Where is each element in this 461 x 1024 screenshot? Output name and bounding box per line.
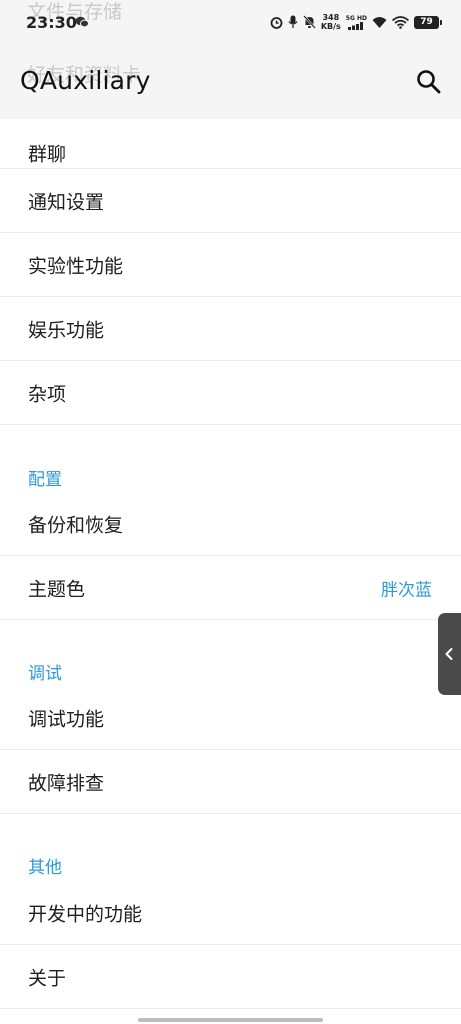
list-item-theme-color[interactable]: 主题色 胖次蓝	[0, 556, 461, 620]
signal-bars-icon	[348, 21, 364, 30]
list-item-about[interactable]: 关于	[0, 945, 461, 1009]
alarm-icon	[270, 16, 283, 29]
chevron-left-icon	[445, 648, 453, 660]
top-bar: 文件与存储 好友和资料卡 23:30 348 KB/s 5G HD 79 QAu…	[0, 0, 461, 119]
list-item-label: 杂项	[28, 383, 67, 405]
wifi-calling-icon	[372, 16, 387, 28]
status-icons: 348 KB/s 5G HD 79	[270, 13, 442, 31]
list-item-debug-features[interactable]: 调试功能	[0, 686, 461, 750]
list-item-entertainment[interactable]: 娱乐功能	[0, 297, 461, 361]
status-time: 23:30	[26, 13, 77, 32]
wechat-icon	[75, 16, 89, 28]
list-item-misc[interactable]: 杂项	[0, 361, 461, 425]
section-header-debug: 调试	[28, 664, 62, 684]
theme-color-value: 胖次蓝	[381, 580, 432, 600]
mute-bell-icon	[302, 15, 316, 29]
net-speed: 348 KB/s	[321, 13, 341, 31]
section-header-config: 配置	[28, 470, 62, 490]
list-item-label: 故障排查	[28, 772, 105, 794]
section-header-other: 其他	[28, 858, 62, 878]
list-item-troubleshoot[interactable]: 故障排查	[0, 750, 461, 814]
net-speed-value: 348	[322, 13, 340, 22]
app-bar: QAuxiliary	[0, 48, 461, 119]
list-item-label: 主题色	[28, 578, 86, 600]
wifi-icon	[392, 15, 409, 29]
search-icon[interactable]	[415, 68, 443, 96]
page-title: QAuxiliary	[20, 66, 151, 95]
list-item-label: 实验性功能	[28, 255, 124, 277]
battery-icon: 79	[414, 15, 442, 29]
list-item-label: 开发中的功能	[28, 903, 143, 925]
mic-icon	[288, 15, 298, 28]
status-bar: 23:30 348 KB/s 5G HD 79	[0, 0, 461, 48]
list-item-notifications[interactable]: 通知设置	[0, 169, 461, 233]
gesture-nav-bar[interactable]	[138, 1018, 323, 1022]
list-item-label: 群聊	[28, 143, 67, 165]
cellular-signal: 5G HD	[346, 15, 367, 30]
network-type: 5G HD	[345, 14, 367, 22]
list-item-label: 关于	[28, 967, 67, 989]
list-item-label: 娱乐功能	[28, 319, 105, 341]
list-item-label: 备份和恢复	[28, 514, 124, 536]
list-item-backup-restore[interactable]: 备份和恢复	[0, 492, 461, 556]
list-item-label: 通知设置	[28, 191, 105, 213]
list-item-in-development[interactable]: 开发中的功能	[0, 881, 461, 945]
list-item-experimental[interactable]: 实验性功能	[0, 233, 461, 297]
edge-panel-handle[interactable]	[438, 613, 461, 695]
net-speed-unit: KB/s	[320, 22, 341, 31]
list-item-label: 调试功能	[28, 708, 105, 730]
